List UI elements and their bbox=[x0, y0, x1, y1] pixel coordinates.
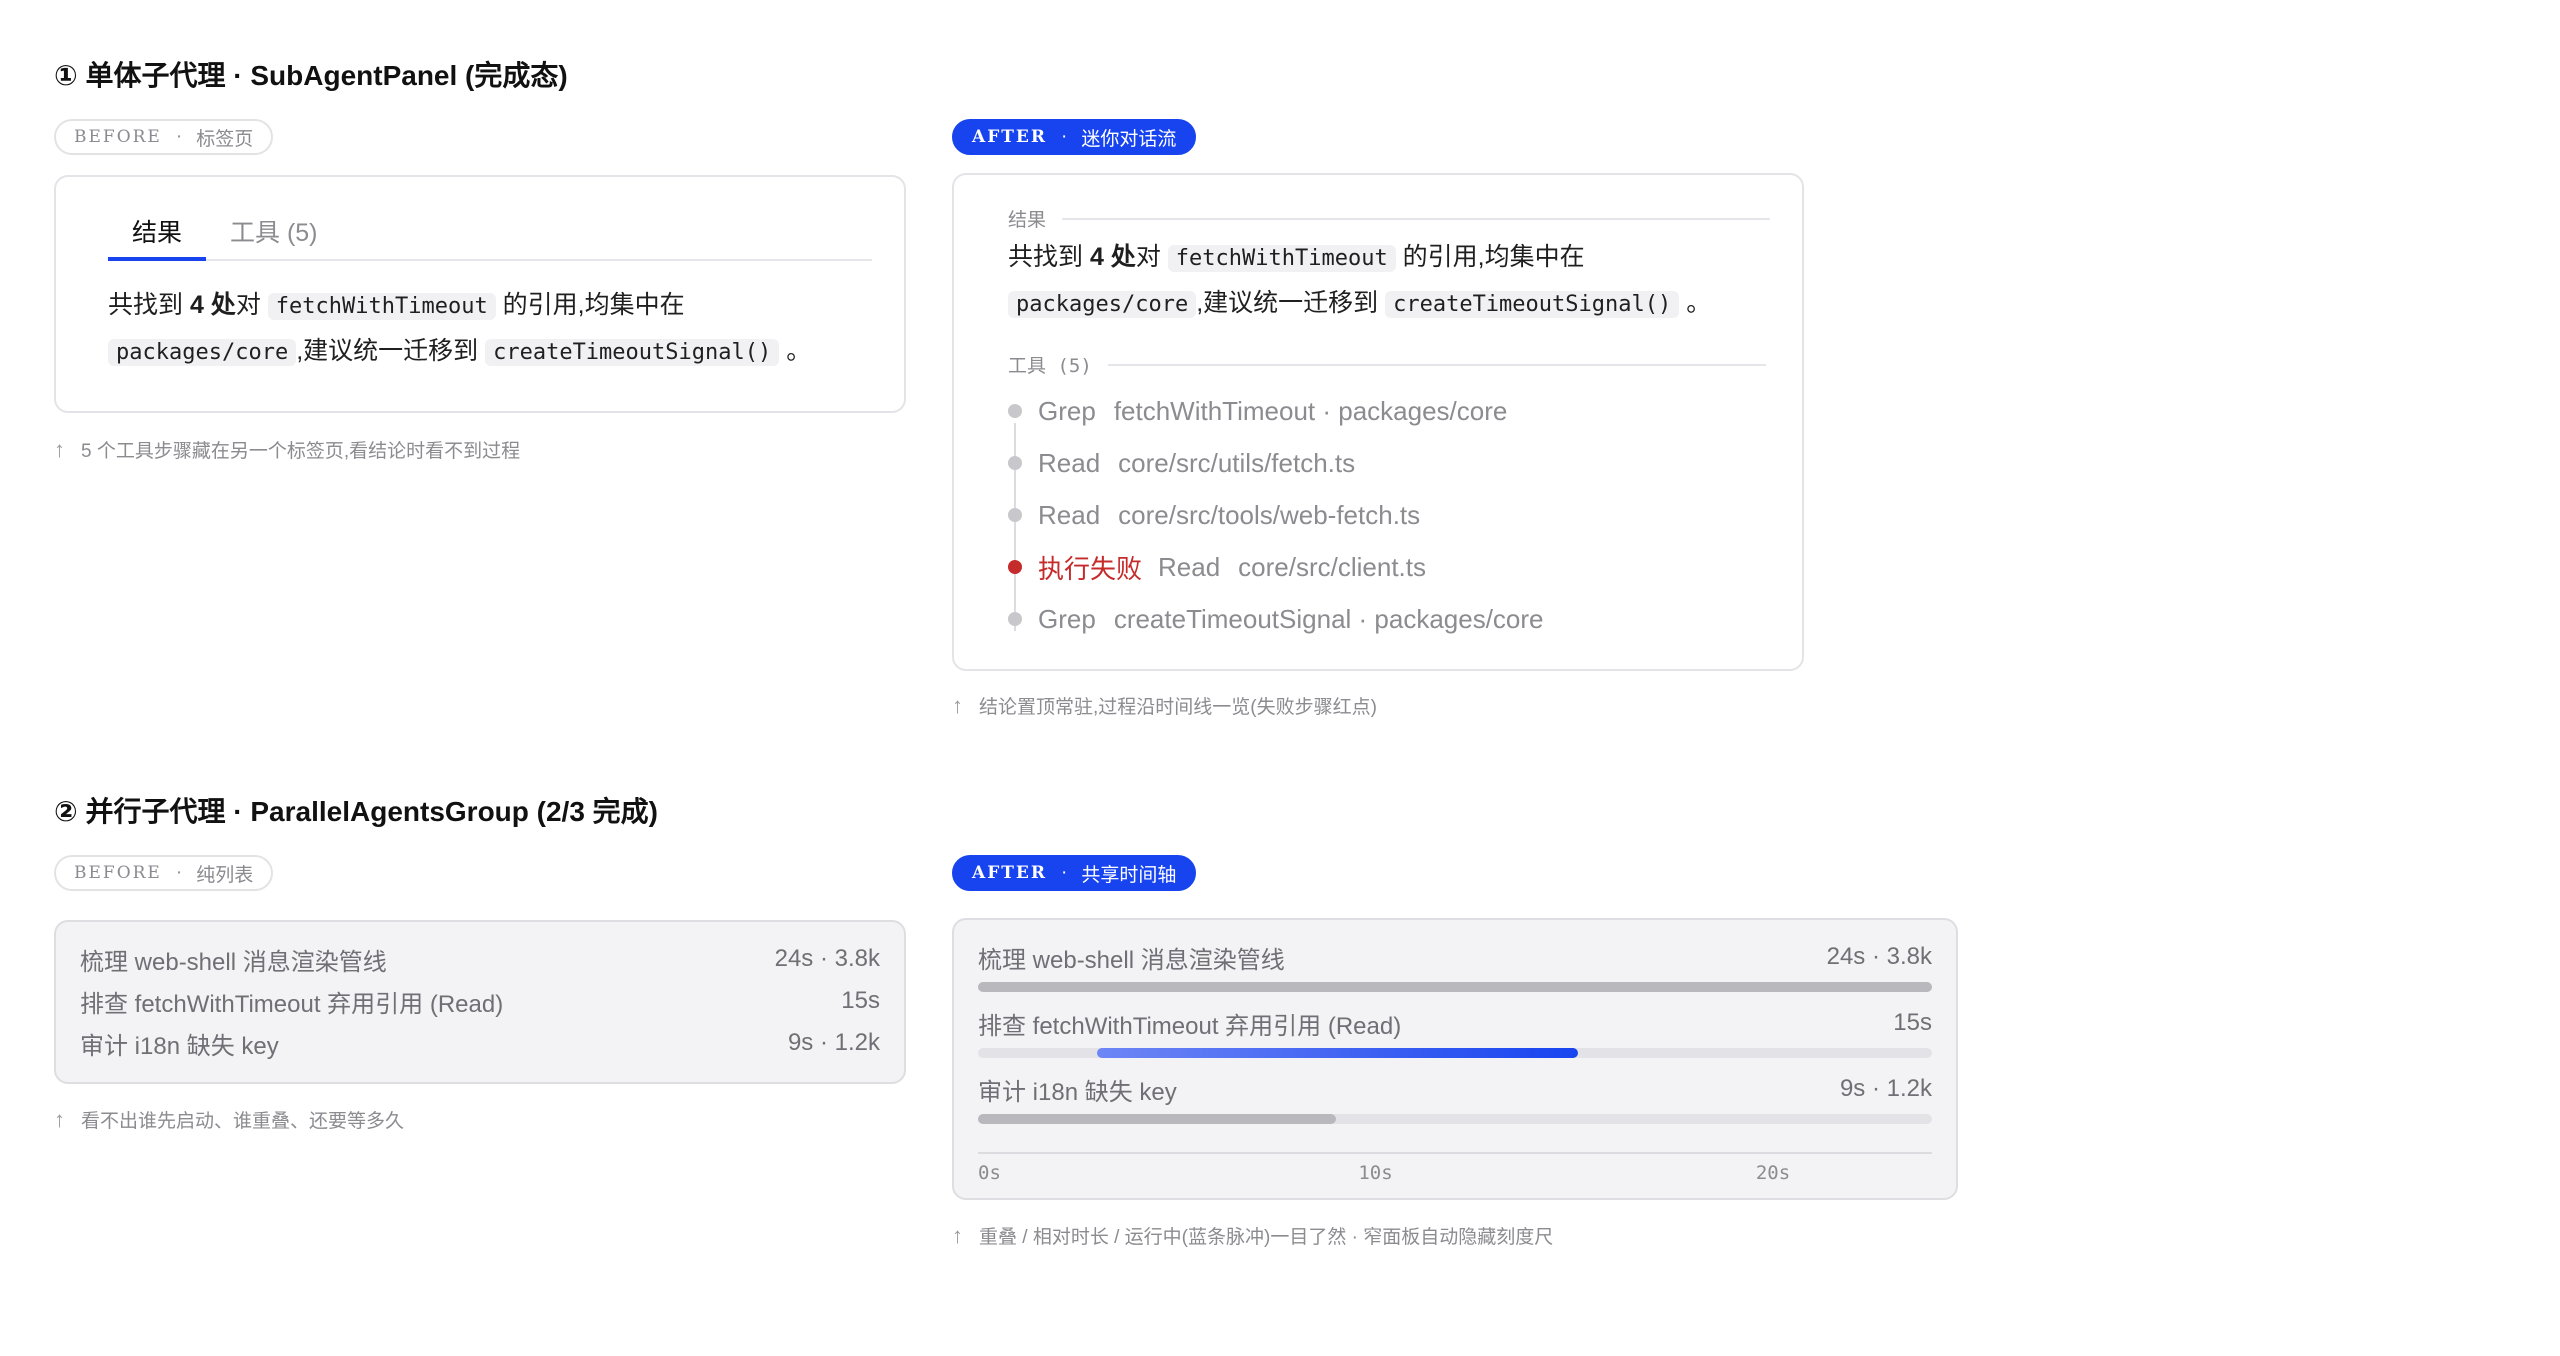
result-section-header: 结果 bbox=[1008, 205, 1771, 232]
axis-tick-label: 20s bbox=[1755, 1162, 1791, 1184]
before-tag: BEFORE bbox=[74, 863, 162, 883]
code-createTimeoutSignal: createTimeoutSignal() bbox=[485, 339, 780, 366]
timeline-step[interactable]: Grep fetchWithTimeout · packages/core bbox=[1008, 391, 1507, 431]
section-2-title: ② 并行子代理 · ParallelAgentsGroup (2/3 完成) bbox=[54, 796, 659, 827]
after-tag: AFTER bbox=[972, 863, 1047, 883]
timeline-step[interactable]: Grep createTimeoutSignal · packages/core bbox=[1008, 599, 1544, 639]
timeline-bar[interactable] bbox=[978, 1114, 1336, 1124]
after-shared-timeline: 梳理 web-shell 消息渲染管线 24s · 3.8k 排查 fetchW… bbox=[952, 918, 1958, 1200]
timeline-step[interactable]: Read core/src/tools/web-fetch.ts bbox=[1008, 495, 1420, 535]
after-note: ↑ 结论置顶常驻,过程沿时间线一览(失败步骤红点) bbox=[952, 692, 1377, 719]
before-note: ↑ 5 个工具步骤藏在另一个标签页,看结论时看不到过程 bbox=[54, 436, 521, 463]
axis-tick-label: 10s bbox=[1358, 1162, 1393, 1184]
tools-section-header: 工具 (5) bbox=[1008, 351, 1766, 378]
timeline-step-failed[interactable]: 执行失败 Read core/src/client.ts bbox=[1008, 547, 1426, 587]
result-text: 共找到 4 处对 fetchWithTimeout 的引用,均集中在 packag… bbox=[108, 291, 812, 366]
timeline-track bbox=[978, 982, 1932, 992]
after-badge: AFTER · 迷你对话流 bbox=[952, 119, 1197, 155]
failed-label: 执行失败 bbox=[1038, 553, 1143, 584]
after-label: 共享时间轴 bbox=[1081, 864, 1177, 886]
status-dot-icon bbox=[1008, 612, 1022, 626]
list-item[interactable]: 审计 i18n 缺失 key 9s · 1.2k bbox=[80, 1026, 880, 1060]
before-label: 标签页 bbox=[196, 128, 254, 150]
time-axis bbox=[978, 1152, 1932, 1154]
after-badge: AFTER · 共享时间轴 bbox=[952, 855, 1197, 891]
result-text: 共找到 4 处对 fetchWithTimeout 的引用,均集中在 packag… bbox=[1008, 243, 1712, 318]
timeline-track bbox=[978, 1114, 1932, 1124]
arrow-up-icon: ↑ bbox=[952, 1222, 963, 1248]
code-fetchWithTimeout: fetchWithTimeout bbox=[1167, 245, 1396, 272]
after-label: 迷你对话流 bbox=[1081, 128, 1177, 150]
arrow-up-icon: ↑ bbox=[54, 436, 65, 462]
after-subagent-panel: 结果 共找到 4 处对 fetchWithTimeout 的引用,均集中在 pac… bbox=[952, 173, 1804, 671]
timeline-bar-running[interactable] bbox=[1097, 1048, 1579, 1058]
before-subagent-panel: 结果 工具 (5) 共找到 4 处对 fetchWithTimeout 的引用,… bbox=[54, 175, 906, 413]
timeline-step[interactable]: Read core/src/utils/fetch.ts bbox=[1008, 443, 1355, 483]
code-fetchWithTimeout: fetchWithTimeout bbox=[267, 293, 496, 320]
timeline-track bbox=[978, 1048, 1932, 1058]
tab-bar: 结果 工具 (5) bbox=[108, 213, 872, 261]
before-note: ↑ 看不出谁先启动、谁重叠、还要等多久 bbox=[54, 1106, 405, 1133]
timeline-bar[interactable] bbox=[978, 982, 1932, 992]
timeline-row-label[interactable]: 排查 fetchWithTimeout 弃用引用 (Read) 15s bbox=[978, 1006, 1932, 1040]
before-label: 纯列表 bbox=[196, 864, 254, 886]
before-badge: BEFORE · 标签页 bbox=[54, 119, 274, 155]
timeline-row-label[interactable]: 梳理 web-shell 消息渲染管线 24s · 3.8k bbox=[978, 940, 1932, 974]
code-packages-core: packages/core bbox=[108, 339, 297, 366]
section-1-title: ① 单体子代理 · SubAgentPanel (完成态) bbox=[54, 60, 568, 91]
list-item[interactable]: 排查 fetchWithTimeout 弃用引用 (Read) 15s bbox=[80, 984, 880, 1018]
status-dot-icon bbox=[1008, 404, 1022, 418]
after-tag: AFTER bbox=[972, 127, 1047, 147]
before-tag: BEFORE bbox=[74, 127, 162, 147]
before-badge: BEFORE · 纯列表 bbox=[54, 855, 274, 891]
list-item[interactable]: 梳理 web-shell 消息渲染管线 24s · 3.8k bbox=[80, 942, 880, 976]
status-dot-icon bbox=[1008, 456, 1022, 470]
arrow-up-icon: ↑ bbox=[54, 1106, 65, 1132]
tab-result[interactable]: 结果 bbox=[108, 213, 206, 261]
axis-tick-label: 0s bbox=[978, 1162, 1001, 1184]
after-note: ↑ 重叠 / 相对时长 / 运行中(蓝条脉冲)一目了然 · 窄面板自动隐藏刻度尺 bbox=[952, 1222, 1554, 1249]
arrow-up-icon: ↑ bbox=[952, 692, 963, 718]
timeline-row-label[interactable]: 审计 i18n 缺失 key 9s · 1.2k bbox=[978, 1072, 1932, 1106]
before-parallel-list: 梳理 web-shell 消息渲染管线 24s · 3.8k 排查 fetchW… bbox=[54, 920, 906, 1084]
code-createTimeoutSignal: createTimeoutSignal() bbox=[1385, 291, 1680, 318]
status-dot-icon bbox=[1008, 508, 1022, 522]
failed-dot-icon bbox=[1008, 560, 1022, 574]
tab-tools[interactable]: 工具 (5) bbox=[230, 213, 318, 261]
code-packages-core: packages/core bbox=[1008, 291, 1197, 318]
